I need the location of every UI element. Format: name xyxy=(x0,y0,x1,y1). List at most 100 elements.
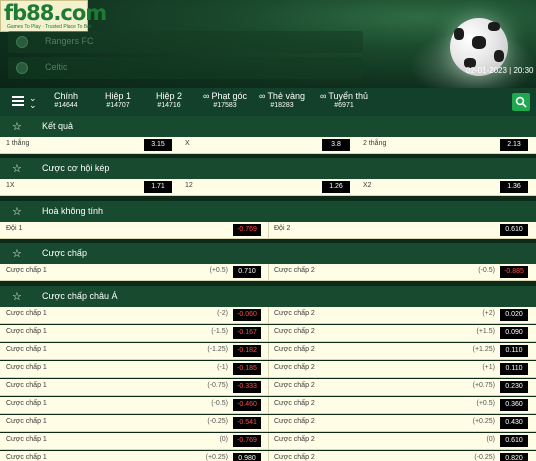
odd-button[interactable]: 1.71 xyxy=(144,181,172,193)
logo-tagline: Games To Play · Trusted Place To Bet xyxy=(7,24,92,30)
handicap-value: (-1.25) xyxy=(207,346,228,353)
odd-button[interactable]: -0.541 xyxy=(233,417,261,429)
selection-label: Cược chấp 1 xyxy=(6,400,47,407)
odd-button[interactable]: 0.110 xyxy=(500,363,528,375)
odd-button[interactable]: -0.769 xyxy=(233,435,261,447)
handicap-value: (+1.25) xyxy=(472,346,495,353)
link-icon: ∞ xyxy=(259,91,266,101)
market-row: Cược chấp 1 (-1) -0.185 Cược chấp 2 (+1) 0.11… xyxy=(0,361,536,378)
market-title: Hoà không tính xyxy=(42,206,104,216)
star-icon[interactable]: ☆ xyxy=(12,247,22,260)
tab-count: #17583 xyxy=(213,102,237,109)
odd-button[interactable]: -0.460 xyxy=(233,399,261,411)
selection-label: Cược chấp 2 xyxy=(274,382,315,389)
link-icon: ∞ xyxy=(319,91,327,101)
handicap-value: (-0.25) xyxy=(474,454,495,461)
selection-label: Cược chấp 2 xyxy=(274,436,315,443)
odd-button[interactable]: 1.36 xyxy=(500,181,528,193)
selection-label: 1 thắng xyxy=(6,140,30,147)
selection-label: Đội 1 xyxy=(6,225,23,232)
market-row: Cược chấp 1 (+0.25) 0.980 Cược chấp 2 (-0.25… xyxy=(0,451,536,461)
odd-button[interactable]: -0.167 xyxy=(233,327,261,339)
tab-phat-goc[interactable]: ∞ Phạt góc #17583 xyxy=(199,91,251,109)
tab-count: #14716 xyxy=(157,102,181,109)
handicap-value: (+1.5) xyxy=(476,328,495,335)
handicap-value: (+2) xyxy=(482,310,495,317)
home-team-row: Rangers FC xyxy=(8,31,363,53)
market-row: Cược chấp 1 (+0.5) 0.710 Cược chấp 2 (-0… xyxy=(0,264,536,281)
handicap-value: (-0.25) xyxy=(207,418,228,425)
star-icon[interactable]: ☆ xyxy=(12,120,22,133)
tab-tuyen-thu[interactable]: ∞ Tuyển thủ #6971 xyxy=(317,91,371,109)
market-title: Cược chấp châu Á xyxy=(42,291,118,301)
odd-button[interactable]: -0.769 xyxy=(233,224,261,236)
handicap-value: (0) xyxy=(219,436,228,443)
odd-button[interactable]: -0.185 xyxy=(233,363,261,375)
odd-button[interactable]: 0.230 xyxy=(500,381,528,393)
odd-button[interactable]: 1.26 xyxy=(322,181,350,193)
odd-button[interactable]: 0.430 xyxy=(500,417,528,429)
market-header-hoa-khong-tinh[interactable]: ☆ Hoà không tính xyxy=(0,201,536,223)
market-row: Đội 1 -0.769 Đội 2 0.610 xyxy=(0,222,536,239)
brand-logo[interactable]: fb88.com Games To Play · Trusted Place T… xyxy=(0,0,107,32)
odd-button[interactable]: 0.110 xyxy=(500,345,528,357)
handicap-value: (+0.5) xyxy=(476,400,495,407)
market-header-chap-chau-a[interactable]: ☆ Cược chấp châu Á xyxy=(0,286,536,308)
away-team-row: Celtic xyxy=(8,57,363,79)
selection-label: Cược chấp 2 xyxy=(274,328,315,335)
selection-label: Cược chấp 2 xyxy=(274,454,315,461)
odd-button[interactable]: -0.333 xyxy=(233,381,261,393)
market-tab-bar: ⌄ ⌄ Chính #14644 Hiệp 1 #14707 Hiệp 2 #14… xyxy=(0,88,536,116)
odd-button[interactable]: -0.182 xyxy=(233,345,261,357)
market-row: Cược chấp 1 (-2) -0.060 Cược chấp 2 (+2) 0.02… xyxy=(0,307,536,324)
tab-chinh[interactable]: Chính #14644 xyxy=(53,91,79,109)
odd-button[interactable]: 0.020 xyxy=(500,309,528,321)
tab-hiep-2[interactable]: Hiệp 2 #14716 xyxy=(153,91,185,109)
market-header-cuoc-chap[interactable]: ☆ Cược chấp xyxy=(0,243,536,265)
away-team-badge-icon xyxy=(16,62,28,74)
selection-label: Cược chấp 2 xyxy=(274,400,315,407)
selection-label: Cược chấp 2 xyxy=(274,346,315,353)
tab-count: #14644 xyxy=(54,102,78,109)
odd-button[interactable]: 0.610 xyxy=(500,435,528,447)
market-row: Cược chấp 1 (-0.25) -0.541 Cược chấp 2 (+0.2… xyxy=(0,415,536,432)
odd-button[interactable]: 2.13 xyxy=(500,139,528,151)
handicap-value: (+0.25) xyxy=(205,454,228,461)
handicap-value: (+0.5) xyxy=(209,267,228,274)
tab-label: Hiệp 1 xyxy=(104,91,131,101)
star-icon[interactable]: ☆ xyxy=(12,290,22,303)
market-title: Cược cơ hội kép xyxy=(42,163,110,173)
odd-button[interactable]: 0.090 xyxy=(500,327,528,339)
odd-button[interactable]: 0.710 xyxy=(233,266,261,278)
handicap-value: (0) xyxy=(486,436,495,443)
selection-label: Cược chấp 1 xyxy=(6,364,47,371)
handicap-value: (-2) xyxy=(217,310,228,317)
tab-count: #14707 xyxy=(106,102,130,109)
selection-label: Cược chấp 2 xyxy=(274,418,315,425)
handicap-value: (+0.75) xyxy=(472,382,495,389)
odd-button[interactable]: 0.820 xyxy=(500,453,528,461)
odd-button[interactable]: 0.360 xyxy=(500,399,528,411)
list-view-icon[interactable] xyxy=(12,96,24,107)
odd-button[interactable]: 3.15 xyxy=(144,139,172,151)
tab-the-vang[interactable]: ∞ Thẻ vàng #18283 xyxy=(256,91,308,109)
handicap-value: (-0.5) xyxy=(211,400,228,407)
collapse-all-icon[interactable]: ⌄ ⌄ xyxy=(29,94,37,110)
tab-count: #6971 xyxy=(334,102,354,109)
match-odds-page: fb88.com Games To Play · Trusted Place T… xyxy=(0,0,536,461)
selection-label: Cược chấp 1 xyxy=(6,346,47,353)
tab-hiep-1[interactable]: Hiệp 1 #14707 xyxy=(102,91,134,109)
market-title: Cược chấp xyxy=(42,248,87,258)
odd-button[interactable]: 0.980 xyxy=(233,453,261,461)
search-button[interactable] xyxy=(512,93,530,111)
odd-button[interactable]: 3.8 xyxy=(322,139,350,151)
odd-button[interactable]: 0.610 xyxy=(500,224,528,236)
market-row: Cược chấp 1 (0) -0.769 Cược chấp 2 (0) 0.610 xyxy=(0,433,536,450)
star-icon[interactable]: ☆ xyxy=(12,205,22,218)
market-header-co-hoi-kep[interactable]: ☆ Cược cơ hội kép xyxy=(0,158,536,180)
market-header-ket-qua[interactable]: ☆ Kết quả xyxy=(0,116,536,138)
star-icon[interactable]: ☆ xyxy=(12,162,22,175)
odd-button[interactable]: -0.060 xyxy=(233,309,261,321)
odd-button[interactable]: -0.885 xyxy=(500,266,528,278)
selection-label: Cược chấp 1 xyxy=(6,267,47,274)
